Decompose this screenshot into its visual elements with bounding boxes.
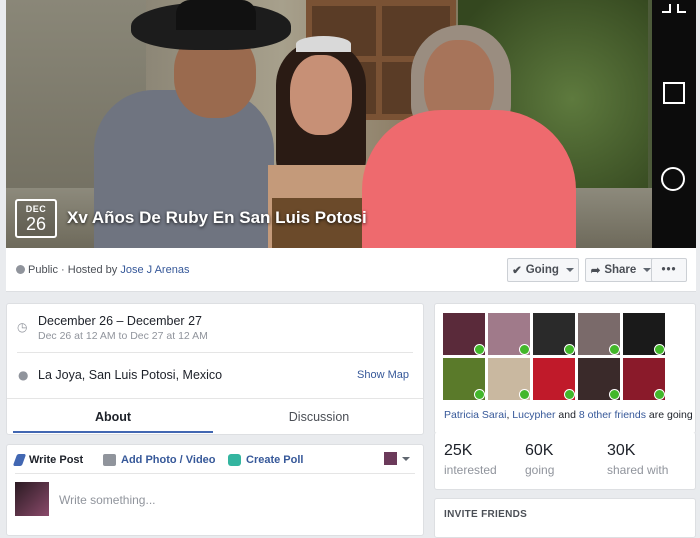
pencil-icon xyxy=(12,454,27,466)
divider xyxy=(17,352,413,353)
date-badge-day: 26 xyxy=(25,214,47,234)
event-details-card: ◷ December 26 – December 27 Dec 26 at 12… xyxy=(6,303,424,435)
friend-link[interactable]: Patricia Sarai xyxy=(444,409,506,421)
check-icon xyxy=(564,344,575,355)
video-controls-bar xyxy=(652,0,696,248)
divider xyxy=(7,398,423,399)
event-time-range: Dec 26 at 12 AM to Dec 27 at 12 AM xyxy=(38,330,208,342)
check-icon xyxy=(519,389,530,400)
create-poll-tab[interactable]: Create Poll xyxy=(228,454,303,466)
friend-avatar[interactable] xyxy=(488,358,530,400)
date-badge-month: DEC xyxy=(25,204,47,214)
cowboy-hat-crown xyxy=(176,0,256,30)
write-post-tab[interactable]: Write Post xyxy=(12,454,84,466)
check-icon xyxy=(609,389,620,400)
event-title: Xv Años De Ruby En San Luis Potosi xyxy=(67,208,367,227)
tiara xyxy=(296,36,351,52)
hosted-by-prefix: Hosted by xyxy=(67,264,118,276)
stat-going[interactable]: 60K going xyxy=(525,442,554,477)
interested-label: interested xyxy=(444,463,497,477)
show-map-link[interactable]: Show Map xyxy=(357,369,409,381)
friend-avatar[interactable] xyxy=(578,358,620,400)
friend-avatar[interactable] xyxy=(623,358,665,400)
event-host-bar: Public · Hosted by Jose J Arenas ✔ Going… xyxy=(6,248,696,292)
host-name-link[interactable]: Jose J Arenas xyxy=(120,264,189,276)
girl-head xyxy=(290,55,352,135)
more-options-button[interactable]: ••• xyxy=(651,258,687,282)
interested-count: 25K xyxy=(444,442,473,459)
friends-going-card: Patricia Sarai, Lucypher and 8 other fri… xyxy=(434,303,696,434)
event-cover-photo[interactable]: DEC 26 Xv Años De Ruby En San Luis Potos… xyxy=(6,0,696,248)
check-icon xyxy=(609,344,620,355)
share-arrow-icon: ➦ xyxy=(590,265,601,277)
tab-about[interactable]: About xyxy=(13,410,213,433)
avatar xyxy=(15,482,49,516)
privacy-label: Public xyxy=(28,264,58,276)
square-icon[interactable] xyxy=(663,82,685,104)
friends-going-text: Patricia Sarai, Lucypher and 8 other fri… xyxy=(444,409,693,421)
check-icon xyxy=(654,389,665,400)
post-composer: Write Post Add Photo / Video Create Poll… xyxy=(6,444,424,536)
event-stats: 25K interested 60K going 30K shared with xyxy=(434,432,696,490)
globe-icon xyxy=(16,265,25,274)
woman-figure xyxy=(362,110,576,248)
chevron-down-icon xyxy=(565,268,574,272)
event-location[interactable]: La Joya, San Luis Potosi, Mexico xyxy=(38,368,222,382)
friend-link[interactable]: Lucypher xyxy=(512,409,555,421)
other-friends-link[interactable]: 8 other friends xyxy=(579,409,646,421)
check-icon xyxy=(474,344,485,355)
invite-friends-title: INVITE FRIENDS xyxy=(444,509,528,520)
going-label: Going xyxy=(525,264,559,276)
check-icon xyxy=(654,344,665,355)
event-date-badge: DEC 26 xyxy=(15,199,57,238)
post-as-avatar[interactable] xyxy=(384,452,397,465)
share-label: Share xyxy=(604,264,637,276)
check-icon: ✔ xyxy=(512,265,522,277)
shared-count: 30K xyxy=(607,442,636,459)
camera-icon xyxy=(103,454,116,466)
friend-avatar[interactable] xyxy=(578,313,620,355)
add-photo-label: Add Photo / Video xyxy=(121,454,216,466)
and-text: and xyxy=(555,409,579,421)
are-going-text: are going xyxy=(645,409,693,421)
add-photo-video-tab[interactable]: Add Photo / Video xyxy=(103,454,216,466)
friend-avatar[interactable] xyxy=(533,313,575,355)
going-button[interactable]: ✔ Going xyxy=(507,258,579,282)
stat-shared[interactable]: 30K shared with xyxy=(607,442,668,477)
clock-icon: ◷ xyxy=(17,320,28,334)
going-count-label: going xyxy=(525,463,555,477)
check-icon xyxy=(519,344,530,355)
location-pin-icon: ● xyxy=(18,368,29,382)
friend-avatar[interactable] xyxy=(488,313,530,355)
friend-avatar[interactable] xyxy=(623,313,665,355)
write-post-label: Write Post xyxy=(29,454,84,466)
stat-interested[interactable]: 25K interested xyxy=(444,442,497,477)
share-button[interactable]: ➦ Share xyxy=(585,258,657,282)
write-something-input[interactable]: Write something... xyxy=(59,493,155,507)
circle-icon[interactable] xyxy=(661,167,685,191)
collapse-icon[interactable] xyxy=(662,2,686,18)
chevron-down-icon[interactable] xyxy=(402,457,410,461)
invite-friends-card: INVITE FRIENDS xyxy=(434,498,696,538)
friend-avatar[interactable] xyxy=(443,358,485,400)
friend-avatar[interactable] xyxy=(443,313,485,355)
shared-label: shared with xyxy=(607,463,669,477)
going-count: 60K xyxy=(525,442,554,459)
create-poll-label: Create Poll xyxy=(246,454,304,466)
divider xyxy=(15,473,415,474)
poll-icon xyxy=(228,454,241,466)
tab-discussion[interactable]: Discussion xyxy=(219,410,419,424)
check-icon xyxy=(564,389,575,400)
check-icon xyxy=(474,389,485,400)
friend-avatar[interactable] xyxy=(533,358,575,400)
event-date-range: December 26 – December 27 xyxy=(38,314,202,328)
host-info: Public · Hosted by Jose J Arenas xyxy=(16,264,189,276)
